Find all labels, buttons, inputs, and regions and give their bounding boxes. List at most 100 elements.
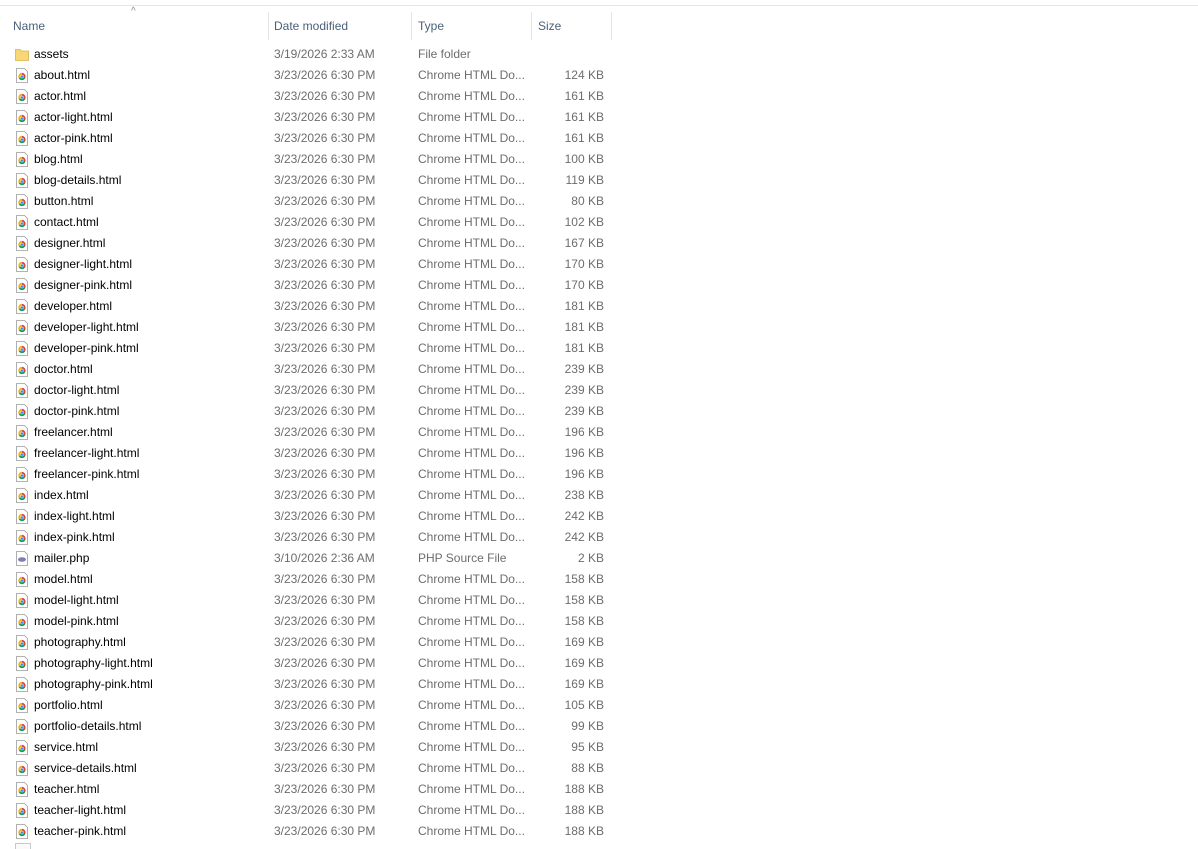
- file-name[interactable]: assets: [34, 44, 264, 65]
- chrome-html-icon: [15, 170, 29, 191]
- file-row[interactable]: index.html 3/23/2026 6:30 PM Chrome HTML D…: [0, 485, 1198, 506]
- chrome-html-icon: [15, 86, 29, 107]
- file-name[interactable]: service.html: [34, 737, 264, 758]
- file-name[interactable]: model-light.html: [34, 590, 264, 611]
- file-name[interactable]: blog.html: [34, 149, 264, 170]
- column-header-name[interactable]: Name: [7, 12, 269, 40]
- file-row[interactable]: doctor.html 3/23/2026 6:30 PM Chrome HTML …: [0, 359, 1198, 380]
- file-row[interactable]: blog-details.html 3/23/2026 6:30 PM Chrome…: [0, 170, 1198, 191]
- file-row[interactable]: photography-light.html 3/23/2026 6:30 PM C…: [0, 653, 1198, 674]
- column-header-size[interactable]: Size: [532, 12, 612, 40]
- file-name[interactable]: teacher-pink.html: [34, 821, 264, 842]
- file-row[interactable]: assets 3/19/2026 2:33 AM File folder: [0, 44, 1198, 65]
- file-row[interactable]: doctor-pink.html 3/23/2026 6:30 PM Chrome …: [0, 401, 1198, 422]
- file-name[interactable]: model-pink.html: [34, 611, 264, 632]
- file-row[interactable]: teacher-pink.html 3/23/2026 6:30 PM Chrome…: [0, 821, 1198, 842]
- file-row[interactable]: developer.html 3/23/2026 6:30 PM Chrome HT…: [0, 296, 1198, 317]
- file-date-modified: 3/23/2026 6:30 PM: [274, 131, 376, 145]
- file-name[interactable]: developer-pink.html: [34, 338, 264, 359]
- file-date-modified: 3/23/2026 6:30 PM: [274, 593, 376, 607]
- chrome-html-icon: [15, 821, 29, 842]
- file-name[interactable]: freelancer-light.html: [34, 443, 264, 464]
- file-row[interactable]: actor.html 3/23/2026 6:30 PM Chrome HTML D…: [0, 86, 1198, 107]
- file-row[interactable]: index-light.html 3/23/2026 6:30 PM Chrome …: [0, 506, 1198, 527]
- file-name[interactable]: teacher-light.html: [34, 800, 264, 821]
- file-row[interactable]: designer-light.html 3/23/2026 6:30 PM Chro…: [0, 254, 1198, 275]
- file-name[interactable]: actor-light.html: [34, 107, 264, 128]
- column-header-type[interactable]: Type: [412, 12, 532, 40]
- file-name[interactable]: about.html: [34, 65, 264, 86]
- file-row[interactable]: portfolio-details.html 3/23/2026 6:30 PM C…: [0, 716, 1198, 737]
- file-name[interactable]: portfolio-details.html: [34, 716, 264, 737]
- file-name[interactable]: button.html: [34, 191, 264, 212]
- file-row[interactable]: contact.html 3/23/2026 6:30 PM Chrome HTML…: [0, 212, 1198, 233]
- file-name[interactable]: doctor-pink.html: [34, 401, 264, 422]
- file-name[interactable]: photography-light.html: [34, 653, 264, 674]
- file-size: 102 KB: [564, 215, 604, 229]
- chrome-html-icon: [15, 380, 29, 401]
- file-name[interactable]: blog-details.html: [34, 170, 264, 191]
- file-row[interactable]: button.html 3/23/2026 6:30 PM Chrome HTML …: [0, 191, 1198, 212]
- file-size: 169 KB: [564, 635, 604, 649]
- file-row[interactable]: model-light.html 3/23/2026 6:30 PM Chrome …: [0, 590, 1198, 611]
- column-header-date-modified[interactable]: Date modified: [268, 12, 412, 40]
- file-date-modified: 3/23/2026 6:30 PM: [274, 488, 376, 502]
- file-name[interactable]: portfolio.html: [34, 695, 264, 716]
- file-name[interactable]: mailer.php: [34, 548, 264, 569]
- file-name[interactable]: actor.html: [34, 86, 264, 107]
- file-name[interactable]: photography.html: [34, 632, 264, 653]
- file-size: 119 KB: [565, 173, 604, 187]
- file-row[interactable]: photography-pink.html 3/23/2026 6:30 PM Ch…: [0, 674, 1198, 695]
- file-date-modified: 3/23/2026 6:30 PM: [274, 68, 376, 82]
- file-row[interactable]: designer.html 3/23/2026 6:30 PM Chrome HTM…: [0, 233, 1198, 254]
- file-row[interactable]: developer-pink.html 3/23/2026 6:30 PM Chro…: [0, 338, 1198, 359]
- file-type: Chrome HTML Do...: [418, 257, 525, 271]
- file-name[interactable]: model.html: [34, 569, 264, 590]
- file-name[interactable]: teacher.html: [34, 779, 264, 800]
- file-name[interactable]: designer-pink.html: [34, 275, 264, 296]
- file-row[interactable]: teacher-light.html 3/23/2026 6:30 PM Chrom…: [0, 800, 1198, 821]
- file-name[interactable]: developer-light.html: [34, 317, 264, 338]
- file-row[interactable]: actor-pink.html 3/23/2026 6:30 PM Chrome H…: [0, 128, 1198, 149]
- file-row[interactable]: portfolio.html 3/23/2026 6:30 PM Chrome HT…: [0, 695, 1198, 716]
- file-name[interactable]: photography-pink.html: [34, 674, 264, 695]
- file-row[interactable]: developer-light.html 3/23/2026 6:30 PM Chr…: [0, 317, 1198, 338]
- file-name[interactable]: index.html: [34, 485, 264, 506]
- file-row[interactable]: freelancer-pink.html 3/23/2026 6:30 PM Chr…: [0, 464, 1198, 485]
- file-row[interactable]: about.html 3/23/2026 6:30 PM Chrome HTML D…: [0, 65, 1198, 86]
- file-name[interactable]: actor-pink.html: [34, 128, 264, 149]
- file-row[interactable]: service.html 3/23/2026 6:30 PM Chrome HTML…: [0, 737, 1198, 758]
- file-name[interactable]: designer.html: [34, 233, 264, 254]
- file-date-modified: 3/23/2026 6:30 PM: [274, 467, 376, 481]
- file-row[interactable]: teacher.html 3/23/2026 6:30 PM Chrome HTML…: [0, 779, 1198, 800]
- file-name[interactable]: designer-light.html: [34, 254, 264, 275]
- file-name[interactable]: freelancer.html: [34, 422, 264, 443]
- file-row[interactable]: service-details.html 3/23/2026 6:30 PM Chr…: [0, 758, 1198, 779]
- file-size: 167 KB: [564, 236, 604, 250]
- file-date-modified: 3/23/2026 6:30 PM: [274, 152, 376, 166]
- file-row[interactable]: doctor-light.html 3/23/2026 6:30 PM Chrome…: [0, 380, 1198, 401]
- file-row[interactable]: model-pink.html 3/23/2026 6:30 PM Chrome H…: [0, 611, 1198, 632]
- chrome-html-icon: [15, 65, 29, 86]
- file-name[interactable]: doctor.html: [34, 359, 264, 380]
- file-row[interactable]: designer-pink.html 3/23/2026 6:30 PM Chrom…: [0, 275, 1198, 296]
- file-name[interactable]: contact.html: [34, 212, 264, 233]
- file-name[interactable]: developer.html: [34, 296, 264, 317]
- file-name[interactable]: index-pink.html: [34, 527, 264, 548]
- file-name[interactable]: freelancer-pink.html: [34, 464, 264, 485]
- file-row[interactable]: model.html 3/23/2026 6:30 PM Chrome HTML D…: [0, 569, 1198, 590]
- file-row[interactable]: freelancer.html 3/23/2026 6:30 PM Chrome H…: [0, 422, 1198, 443]
- file-name[interactable]: service-details.html: [34, 758, 264, 779]
- chrome-html-icon: [15, 338, 29, 359]
- file-row[interactable]: photography.html 3/23/2026 6:30 PM Chrome …: [0, 632, 1198, 653]
- file-row[interactable]: blog.html 3/23/2026 6:30 PM Chrome HTML Do…: [0, 149, 1198, 170]
- file-name[interactable]: index-light.html: [34, 506, 264, 527]
- file-row[interactable]: freelancer-light.html 3/23/2026 6:30 PM Ch…: [0, 443, 1198, 464]
- file-size: 188 KB: [564, 824, 604, 838]
- file-row[interactable]: mailer.php 3/10/2026 2:36 AM PHP Source Fi…: [0, 548, 1198, 569]
- file-row[interactable]: actor-light.html 3/23/2026 6:30 PM Chrome …: [0, 107, 1198, 128]
- file-date-modified: 3/23/2026 6:30 PM: [274, 299, 376, 313]
- file-row[interactable]: index-pink.html 3/23/2026 6:30 PM Chrome H…: [0, 527, 1198, 548]
- file-name[interactable]: doctor-light.html: [34, 380, 264, 401]
- file-type: Chrome HTML Do...: [418, 194, 525, 208]
